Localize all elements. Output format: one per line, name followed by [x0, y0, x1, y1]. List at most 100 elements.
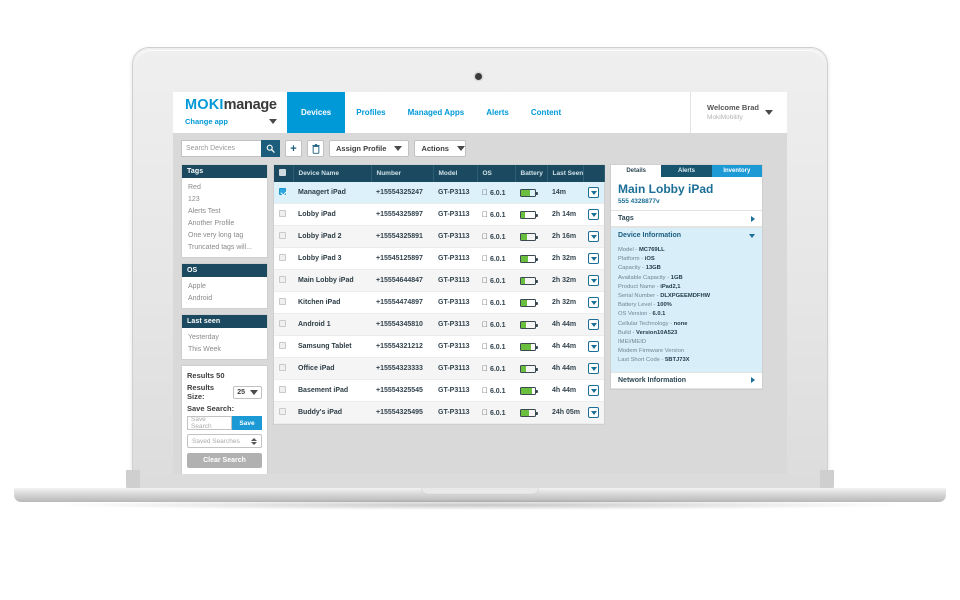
col-number[interactable]: Number [371, 165, 434, 182]
row-checkbox[interactable] [279, 386, 286, 393]
table-row[interactable]: Lobby iPad 2+15554325891GT-P3113 6.0.1 2… [274, 225, 604, 248]
search-input[interactable]: Search Devices [181, 140, 261, 157]
row-menu-icon[interactable] [588, 209, 599, 220]
col-os[interactable]: OS [477, 165, 516, 182]
row-checkbox[interactable] [279, 210, 286, 217]
cell-last-seen: 2h 32m [547, 291, 583, 314]
row-checkbox[interactable] [279, 188, 286, 195]
table-row[interactable]: Lobby iPad 3+15545125897GT-P3113 6.0.1 2… [274, 247, 604, 270]
row-select-cell[interactable] [274, 313, 293, 336]
filter-item-tag[interactable]: 123 [182, 193, 267, 205]
row-checkbox[interactable] [279, 408, 286, 415]
row-menu-icon[interactable] [588, 341, 599, 352]
cell-battery [515, 357, 547, 380]
row-select-cell[interactable] [274, 291, 293, 314]
row-menu-icon[interactable] [588, 275, 599, 286]
filter-item-tag[interactable]: Red [182, 181, 267, 193]
clear-search-button[interactable]: Clear Search [187, 453, 262, 468]
filter-item-tag[interactable]: Alerts Test [182, 205, 267, 217]
table-row[interactable]: Buddy's iPad+15554325495GT-P3113 6.0.1 2… [274, 401, 604, 424]
cell-row-menu[interactable] [583, 269, 604, 292]
row-checkbox[interactable] [279, 254, 286, 261]
delete-device-button[interactable] [307, 140, 324, 157]
results-size-select[interactable]: 25 [233, 385, 262, 399]
select-all-checkbox[interactable] [279, 169, 286, 176]
cell-row-menu[interactable] [583, 401, 604, 424]
filter-item-os[interactable]: Android [182, 292, 267, 304]
cell-row-menu[interactable] [583, 182, 604, 204]
nav-item-content[interactable]: Content [520, 92, 572, 133]
row-menu-icon[interactable] [588, 407, 599, 418]
row-select-cell[interactable] [274, 401, 293, 424]
cell-row-menu[interactable] [583, 203, 604, 226]
nav-item-alerts[interactable]: Alerts [475, 92, 520, 133]
table-row[interactable]: Main Lobby iPad+15554644847GT-P3113 6.0… [274, 269, 604, 292]
row-menu-icon[interactable] [588, 297, 599, 308]
filter-item-last-seen[interactable]: This Week [182, 343, 267, 355]
nav-item-managed-apps[interactable]: Managed Apps [397, 92, 476, 133]
save-search-input[interactable]: Save Search [187, 416, 232, 430]
row-select-cell[interactable] [274, 269, 293, 292]
row-select-cell[interactable] [274, 225, 293, 248]
col-last-seen[interactable]: Last Seen [547, 165, 584, 182]
row-select-cell[interactable] [274, 182, 293, 204]
row-checkbox[interactable] [279, 298, 286, 305]
table-row[interactable]: Basement iPad+15554325545GT-P3113 6.0.1… [274, 379, 604, 402]
user-menu[interactable]: Welcome Brad MokiMobility [690, 92, 787, 133]
row-select-cell[interactable] [274, 335, 293, 358]
row-menu-icon[interactable] [588, 385, 599, 396]
cell-row-menu[interactable] [583, 335, 604, 358]
cell-row-menu[interactable] [583, 247, 604, 270]
col-model[interactable]: Model [433, 165, 478, 182]
details-section-device-information[interactable]: Device Information [611, 227, 762, 243]
table-row[interactable]: Office iPad+15554323333GT-P3113 6.0.1 4h… [274, 357, 604, 380]
row-checkbox[interactable] [279, 342, 286, 349]
row-menu-icon[interactable] [588, 187, 599, 198]
row-checkbox[interactable] [279, 364, 286, 371]
row-select-cell[interactable] [274, 379, 293, 402]
row-menu-icon[interactable] [588, 231, 599, 242]
assign-profile-button[interactable]: Assign Profile [329, 140, 410, 157]
row-checkbox[interactable] [279, 320, 286, 327]
saved-searches-select[interactable]: Saved Searches [187, 434, 262, 448]
row-menu-icon[interactable] [588, 363, 599, 374]
col-battery[interactable]: Battery [515, 165, 548, 182]
cell-row-menu[interactable] [583, 379, 604, 402]
filter-item-os[interactable]: Apple [182, 280, 267, 292]
table-row[interactable]: Lobby iPad+15554325897GT-P3113 6.0.1 2h … [274, 203, 604, 226]
filter-item-tag[interactable]: Another Profile [182, 217, 267, 229]
filter-item-tag[interactable]: Truncated tags will... [182, 241, 267, 253]
actions-button[interactable]: Actions [414, 140, 467, 157]
cell-row-menu[interactable] [583, 225, 604, 248]
col-device-name[interactable]: Device Name [293, 165, 372, 182]
table-row[interactable]: Android 1+15554345810GT-P3113 6.0.1 4h 4… [274, 313, 604, 336]
tab-alerts[interactable]: Alerts [661, 165, 712, 177]
table-row[interactable]: Samsung Tablet+15554321212GT-P3113 6.0.… [274, 335, 604, 358]
row-select-cell[interactable] [274, 203, 293, 226]
save-search-button[interactable]: Save [232, 416, 262, 430]
cell-row-menu[interactable] [583, 313, 604, 336]
tab-details[interactable]: Details [611, 165, 662, 177]
row-select-cell[interactable] [274, 357, 293, 380]
row-checkbox[interactable] [279, 232, 286, 239]
add-device-button[interactable]: + [285, 140, 302, 157]
change-app-dropdown[interactable]: Change app [185, 117, 277, 126]
details-section-tags[interactable]: Tags [611, 210, 762, 227]
col-select-all[interactable] [274, 165, 294, 182]
filter-item-last-seen[interactable]: Yesterday [182, 331, 267, 343]
row-menu-icon[interactable] [588, 319, 599, 330]
details-section-network-information[interactable]: Network Information [611, 371, 762, 389]
details-section-device-information-label: Device Information [618, 232, 682, 239]
nav-item-profiles[interactable]: Profiles [345, 92, 396, 133]
cell-row-menu[interactable] [583, 291, 604, 314]
table-row[interactable]: Kitchen iPad+15554474897GT-P3113 6.0.1 2… [274, 291, 604, 314]
cell-row-menu[interactable] [583, 357, 604, 380]
row-select-cell[interactable] [274, 247, 293, 270]
tab-inventory[interactable]: Inventory [711, 165, 762, 177]
row-checkbox[interactable] [279, 276, 286, 283]
search-button[interactable] [261, 140, 280, 157]
nav-item-devices[interactable]: Devices [287, 92, 346, 133]
row-menu-icon[interactable] [588, 253, 599, 264]
filter-item-tag[interactable]: One very long tag [182, 229, 267, 241]
table-row[interactable]: Managert iPad+15554325247GT-P3113 6.0.1… [274, 182, 604, 204]
